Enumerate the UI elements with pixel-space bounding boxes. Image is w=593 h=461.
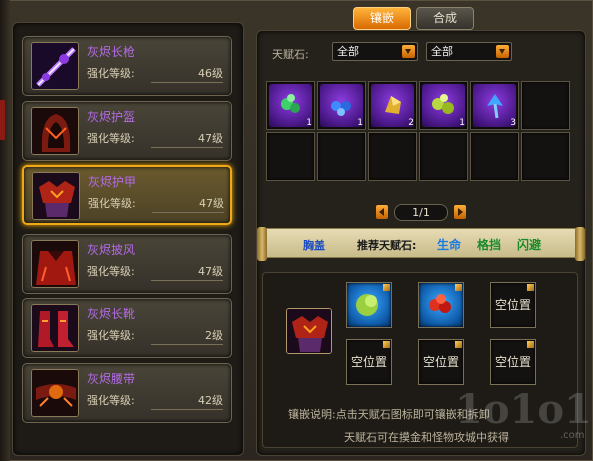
item-level-label: 强化等级: (88, 197, 136, 210)
item-name: 灰烬护盔 (87, 110, 136, 124)
empty-stone-slot[interactable] (266, 132, 315, 181)
socket-corner (527, 284, 534, 291)
socket-corner (455, 341, 462, 348)
watermark-logo: 1o1o1 (455, 386, 592, 433)
equipment-item-helmet[interactable]: 灰烬护盔 强化等级: 47级 (22, 101, 232, 161)
socket-green-stone[interactable] (346, 282, 392, 328)
item-name: 灰烬长靴 (87, 307, 136, 321)
stone-slot[interactable]: 3 (470, 81, 519, 130)
empty-socket-label: 空位置 (494, 355, 531, 369)
empty-socket-label: 空位置 (350, 355, 387, 369)
item-level: 46级 (151, 65, 223, 83)
stone-slot[interactable]: 1 (266, 81, 315, 130)
selected-armor-icon (286, 308, 332, 354)
item-level-label: 强化等级: (87, 132, 135, 145)
empty-stone-slot[interactable] (317, 132, 366, 181)
scroll-end-right (575, 227, 585, 261)
filter-label: 天赋石: (272, 48, 309, 61)
recommend-dodge: 闪避 (517, 238, 542, 252)
empty-stone-slot[interactable] (419, 132, 468, 181)
stone-count: 2 (408, 118, 414, 128)
select-value: 全部 (337, 45, 359, 58)
tab-inlay[interactable]: 镶嵌 (353, 7, 411, 30)
empty-socket-label: 空位置 (422, 355, 459, 369)
recommend-label: 推荐天赋石: (357, 239, 417, 252)
boots-icon (31, 304, 79, 352)
item-level: 47级 (151, 130, 223, 148)
stone-slot[interactable]: 1 (419, 81, 468, 130)
stone-type-select[interactable]: 全部 (332, 42, 418, 61)
watermark-domain: .com (560, 430, 585, 441)
stone-count: 3 (510, 118, 516, 128)
item-name: 灰烬护甲 (88, 175, 137, 189)
empty-stone-slot[interactable] (521, 81, 570, 130)
empty-socket[interactable]: 空位置 (490, 339, 536, 385)
equipment-item-boots[interactable]: 灰烬长靴 强化等级: 2级 (22, 298, 232, 358)
item-level: 2级 (151, 327, 223, 345)
empty-stone-slot[interactable] (521, 132, 570, 181)
socket-red-stone[interactable] (418, 282, 464, 328)
empty-socket[interactable]: 空位置 (490, 282, 536, 328)
stone-level-select[interactable]: 全部 (426, 42, 512, 61)
belt-icon (31, 369, 79, 417)
edge-marker (0, 100, 5, 140)
equipment-item-spear[interactable]: 灰烬长枪 强化等级: 46级 (22, 36, 232, 96)
empty-socket[interactable]: 空位置 (346, 339, 392, 385)
item-level: 42级 (151, 392, 223, 410)
chevron-down-icon[interactable] (496, 45, 509, 58)
armor-icon (32, 172, 80, 220)
recommend-banner: 胸盖 推荐天赋石: 生命 格挡 闪避 (257, 227, 585, 261)
socket-corner (455, 284, 462, 291)
item-name: 灰烬披风 (87, 243, 136, 257)
socket-corner (383, 284, 390, 291)
equipment-item-cloak[interactable]: 灰烬披风 强化等级: 47级 (22, 234, 232, 294)
item-name: 灰烬腰带 (87, 372, 136, 386)
socket-corner (527, 341, 534, 348)
recommend-life: 生命 (437, 238, 462, 252)
item-name: 灰烬长枪 (87, 45, 136, 59)
slot-name: 胸盖 (303, 239, 325, 252)
spear-icon (31, 42, 79, 90)
prev-page-button[interactable] (376, 205, 388, 219)
stone-count: 1 (459, 118, 465, 128)
empty-stone-slot[interactable] (470, 132, 519, 181)
item-level-label: 强化等级: (87, 394, 135, 407)
stone-count: 1 (357, 118, 363, 128)
tab-compose[interactable]: 合成 (416, 7, 474, 30)
equipment-item-armor[interactable]: 灰烬护甲 强化等级: 47级 (22, 165, 232, 225)
item-level-label: 强化等级: (87, 265, 135, 278)
next-page-button[interactable] (454, 205, 466, 219)
left-edge-strip (0, 0, 10, 461)
empty-stone-slot[interactable] (368, 132, 417, 181)
stone-count: 1 (306, 118, 312, 128)
item-level: 47级 (152, 195, 224, 213)
item-level-label: 强化等级: (87, 67, 135, 80)
page-indicator: 1/1 (394, 204, 448, 221)
socket-corner (383, 341, 390, 348)
item-level-label: 强化等级: (87, 329, 135, 342)
select-value: 全部 (431, 45, 453, 58)
scroll-end-left (257, 227, 267, 261)
stone-slot[interactable]: 2 (368, 81, 417, 130)
empty-socket[interactable]: 空位置 (418, 339, 464, 385)
chevron-down-icon[interactable] (402, 45, 415, 58)
item-level: 47级 (151, 263, 223, 281)
stone-slot[interactable]: 1 (317, 81, 366, 130)
cloak-icon (31, 240, 79, 288)
equipment-item-belt[interactable]: 灰烬腰带 强化等级: 42级 (22, 363, 232, 423)
recommend-block: 格挡 (477, 238, 502, 252)
helmet-icon (31, 107, 79, 155)
empty-socket-label: 空位置 (494, 298, 531, 312)
